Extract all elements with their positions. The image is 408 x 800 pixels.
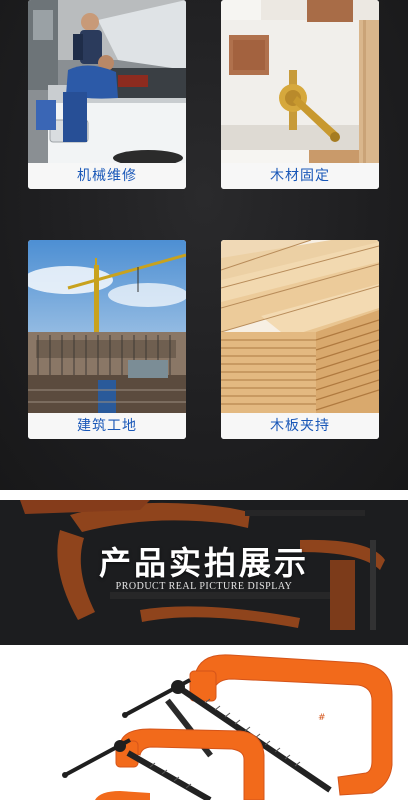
application-label: 机械维修 <box>28 163 186 189</box>
banner-title: 产品实拍展示 <box>98 544 309 582</box>
application-card-wood-board[interactable]: 木板夹持 <box>221 240 379 439</box>
product-detail-page: 机械维修 木材固定 建筑工地 木板夹持 产品实拍展示 PRODUCT REAL … <box>0 0 408 800</box>
application-card-wood-fixing[interactable]: 木材固定 <box>221 0 379 189</box>
banner-subtitle: PRODUCT REAL PICTURE DISPLAY <box>115 581 293 592</box>
construction-site-photo <box>28 240 186 413</box>
mechanic-repair-photo <box>28 0 186 163</box>
application-label: 木材固定 <box>221 163 379 189</box>
svg-text:#: # <box>318 713 326 723</box>
application-label: 木板夹持 <box>221 413 379 439</box>
application-label: 建筑工地 <box>28 413 186 439</box>
wood-board-clamping-photo <box>221 240 379 413</box>
application-card-mechanic[interactable]: 机械维修 <box>28 0 186 189</box>
application-scenarios-section: 机械维修 木材固定 建筑工地 木板夹持 <box>0 0 408 490</box>
section-divider <box>0 490 408 500</box>
product-clamp-photo: # <box>0 645 408 800</box>
wood-fixing-photo <box>221 0 379 163</box>
application-card-construction[interactable]: 建筑工地 <box>28 240 186 439</box>
